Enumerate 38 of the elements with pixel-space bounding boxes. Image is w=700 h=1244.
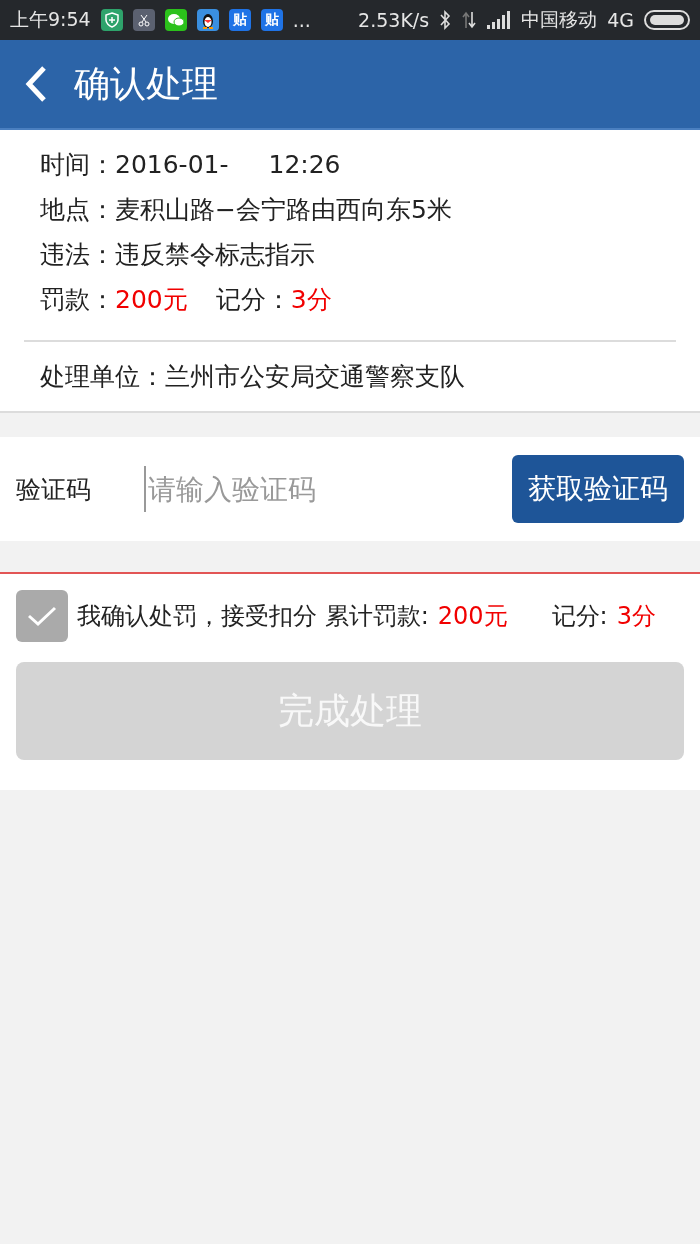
check-icon [26, 604, 58, 628]
network-type: 4G [607, 9, 634, 31]
fine-amount: 200元 [437, 601, 508, 632]
points-value: 3分 [290, 284, 332, 316]
confirm-text: 我确认处罚，接受扣分 累计罚款: [77, 601, 429, 632]
field-label: 违法： [40, 239, 115, 271]
field-label: 地点： [40, 194, 115, 226]
date-value: 2016-01- [115, 150, 229, 179]
field-value: 违反禁令标志指示 [115, 239, 315, 271]
field-label: 罚款： [40, 284, 115, 316]
field-value: 兰州市公安局交通警察支队 [165, 361, 465, 393]
data-arrows-icon [461, 10, 478, 30]
signal-icon [487, 11, 512, 29]
get-code-button[interactable]: 获取验证码 [512, 455, 684, 523]
penguin-icon [196, 9, 219, 31]
clock: 上午9:54 [10, 7, 91, 32]
field-value: 麦积山路−会宁路由西向东5米 [115, 194, 452, 226]
chat-icon [164, 9, 187, 31]
page-title: 确认处理 [74, 61, 218, 106]
time-value: 12:26 [268, 150, 341, 179]
battery-icon [644, 10, 690, 30]
more-indicator: ... [292, 9, 311, 31]
bluetooth-icon [439, 10, 452, 30]
checkbox[interactable] [16, 590, 68, 642]
carrier-name: 中国移动 [521, 7, 598, 32]
field-label: 时间： [40, 149, 115, 181]
app-icon: 贴 [228, 9, 251, 31]
points-label: 记分: [551, 601, 608, 632]
field-label: 处理单位： [40, 361, 165, 393]
back-icon[interactable] [24, 65, 48, 103]
scissors-icon [132, 9, 155, 31]
shield-icon [100, 9, 123, 31]
field-label: 验证码 [16, 473, 92, 506]
network-speed: 2.53K/s [358, 9, 430, 31]
points-value: 3分 [616, 601, 656, 632]
app-icon: 贴 [260, 9, 283, 31]
fine-amount: 200元 [115, 284, 188, 316]
field-label: 记分： [215, 284, 291, 316]
